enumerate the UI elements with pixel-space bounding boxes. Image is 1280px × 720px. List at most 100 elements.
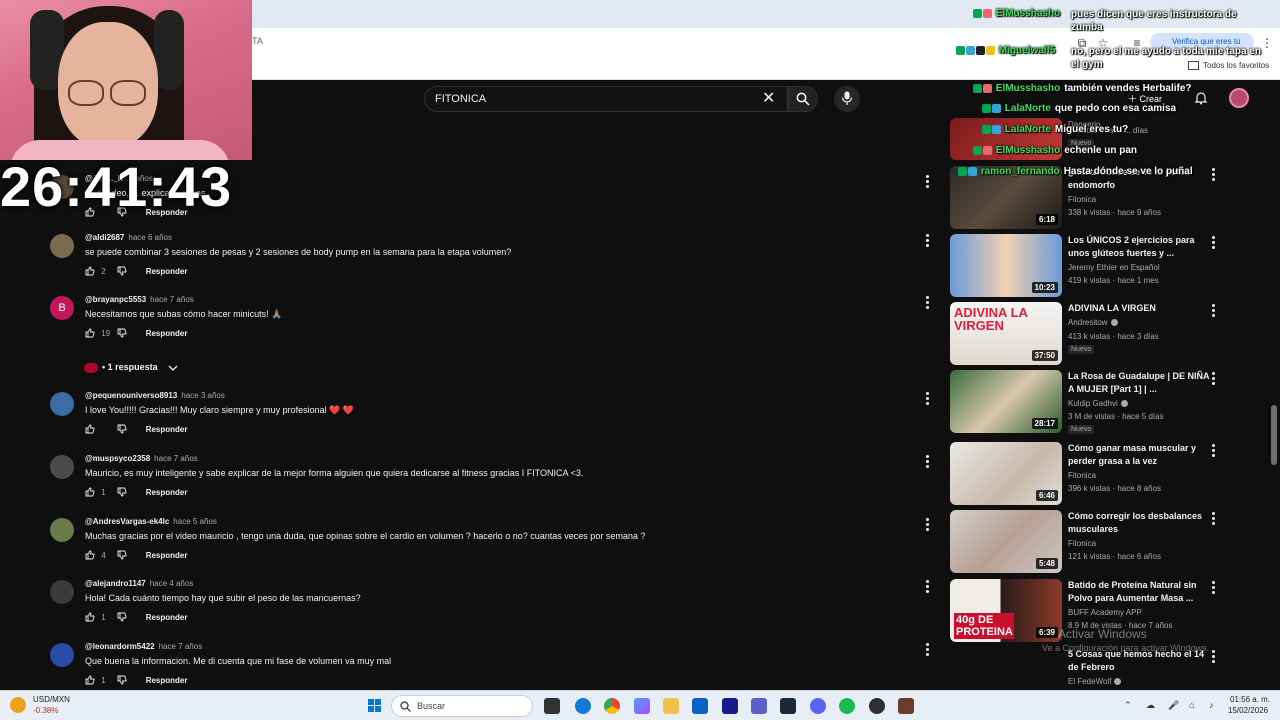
commenter-avatar[interactable]: B: [50, 296, 74, 320]
commenter-avatar[interactable]: [50, 518, 74, 542]
video-menu-icon[interactable]: [1212, 372, 1216, 387]
comment-menu-icon[interactable]: [926, 175, 930, 190]
comment-menu-icon[interactable]: [926, 234, 930, 249]
comment-time[interactable]: hace 4 años: [150, 579, 194, 588]
video-channel[interactable]: Kuldip Gadhvi: [1068, 399, 1128, 408]
task-view-icon[interactable]: [544, 698, 560, 714]
related-video[interactable]: 10:23 Los ÚNICOS 2 ejercicios para unos …: [950, 234, 1240, 298]
commenter-avatar[interactable]: [50, 392, 74, 416]
like-icon[interactable]: [85, 550, 95, 560]
video-channel[interactable]: El FedeWolf: [1068, 677, 1122, 686]
related-video[interactable]: 5 Cosas que hemos hecho el 14 de Febrero…: [950, 648, 1240, 688]
video-menu-icon[interactable]: [1212, 304, 1216, 319]
ticker-name[interactable]: USD/MXN: [33, 695, 70, 704]
dislike-icon[interactable]: [117, 424, 127, 434]
video-thumbnail[interactable]: 6:46: [950, 442, 1062, 505]
clear-search-icon[interactable]: ✕: [762, 91, 775, 107]
reply-button[interactable]: Responder: [146, 488, 188, 497]
comment-time[interactable]: hace 5 años: [173, 517, 217, 526]
comment-menu-icon[interactable]: [926, 296, 930, 311]
reply-button[interactable]: Responder: [146, 613, 188, 622]
like-icon[interactable]: [85, 675, 95, 685]
start-button[interactable]: [368, 699, 382, 713]
video-thumbnail[interactable]: 40g DE PROTEINA 6:39: [950, 579, 1062, 642]
chrome-icon[interactable]: [604, 698, 620, 714]
comment-author[interactable]: @pequenouniverso8913: [85, 391, 177, 400]
comment-time[interactable]: hace 6 años: [128, 233, 172, 242]
search-button[interactable]: [788, 86, 818, 112]
comment-author[interactable]: @muspsyco2358: [85, 454, 150, 463]
commenter-avatar[interactable]: [50, 234, 74, 258]
dislike-icon[interactable]: [117, 487, 127, 497]
video-title[interactable]: La Rosa de Guadalupe | DE NIÑA A MUJER […: [1068, 370, 1212, 396]
like-icon[interactable]: [85, 266, 95, 276]
reply-button[interactable]: Responder: [146, 676, 188, 685]
video-menu-icon[interactable]: [1212, 512, 1216, 527]
video-menu-icon[interactable]: [1212, 650, 1216, 665]
comment-menu-icon[interactable]: [926, 392, 930, 407]
dislike-icon[interactable]: [117, 675, 127, 685]
search-input[interactable]: FITONICA: [424, 86, 788, 112]
comment-author[interactable]: @AndresVargas-ek4lc: [85, 517, 169, 526]
video-channel[interactable]: Andresitow: [1068, 318, 1118, 327]
commenter-avatar[interactable]: [50, 455, 74, 479]
copilot-icon[interactable]: [634, 698, 650, 714]
comment-menu-icon[interactable]: [926, 455, 930, 470]
video-thumbnail[interactable]: 10:23: [950, 234, 1062, 297]
comment-menu-icon[interactable]: [926, 580, 930, 595]
video-title[interactable]: Los ÚNICOS 2 ejercicios para unos glúteo…: [1068, 234, 1212, 260]
dislike-icon[interactable]: [117, 328, 127, 338]
microphone-icon[interactable]: 🎤: [1168, 700, 1179, 711]
replies-toggle[interactable]: • 1 respuesta: [84, 362, 178, 373]
reply-button[interactable]: Responder: [146, 425, 188, 434]
store-icon[interactable]: [722, 698, 738, 714]
comment-time[interactable]: hace 7 años: [159, 642, 203, 651]
comment-author[interactable]: @brayanpc5553: [85, 295, 146, 304]
comment-time[interactable]: hace 7 años: [154, 454, 198, 463]
commenter-avatar[interactable]: [50, 580, 74, 604]
like-icon[interactable]: [85, 328, 95, 338]
related-video[interactable]: 28:17 La Rosa de Guadalupe | DE NIÑA A M…: [950, 370, 1240, 434]
reply-button[interactable]: Responder: [146, 267, 188, 276]
tray-overflow-icon[interactable]: ⌃: [1124, 700, 1132, 711]
taskbar-search[interactable]: Buscar: [391, 695, 533, 717]
video-menu-icon[interactable]: [1212, 168, 1216, 183]
dislike-icon[interactable]: [117, 612, 127, 622]
network-icon[interactable]: ⌂: [1189, 700, 1194, 710]
dislike-icon[interactable]: [117, 550, 127, 560]
volume-icon[interactable]: ♪: [1209, 700, 1214, 710]
reply-button[interactable]: Responder: [146, 329, 188, 338]
comment-menu-icon[interactable]: [926, 518, 930, 533]
comment-author[interactable]: @aldi2687: [85, 233, 124, 242]
comment-author[interactable]: @leonardorm5422: [85, 642, 155, 651]
video-title[interactable]: Cómo ganar masa muscular y perder grasa …: [1068, 442, 1212, 468]
like-icon[interactable]: [85, 424, 95, 434]
video-title[interactable]: Batido de Proteína Natural sin Polvo par…: [1068, 579, 1212, 605]
video-thumbnail[interactable]: 28:17: [950, 370, 1062, 433]
dislike-icon[interactable]: [117, 266, 127, 276]
video-menu-icon[interactable]: [1212, 236, 1216, 251]
file-explorer-icon[interactable]: [663, 698, 679, 714]
video-title[interactable]: ADIVINA LA VIRGEN: [1068, 302, 1212, 315]
related-video[interactable]: ADIVINA LA VIRGEN 37:50 ADIVINA LA VIRGE…: [950, 302, 1240, 366]
widgets-icon[interactable]: [10, 697, 26, 713]
comment-author[interactable]: @alejandro1147: [85, 579, 146, 588]
comment-time[interactable]: hace 3 años: [181, 391, 225, 400]
video-menu-icon[interactable]: [1212, 444, 1216, 459]
reply-button[interactable]: Responder: [146, 551, 188, 560]
related-video[interactable]: 6:46 Cómo ganar masa muscular y perder g…: [950, 442, 1240, 506]
active-app-icon[interactable]: [898, 698, 914, 714]
clock-time[interactable]: 01:56 a. m.: [1230, 695, 1270, 704]
video-channel[interactable]: BUFF Academy APP: [1068, 608, 1142, 617]
commenter-avatar[interactable]: [50, 643, 74, 667]
steam-icon[interactable]: [780, 698, 796, 714]
page-scrollbar[interactable]: [1270, 86, 1278, 690]
outlook-icon[interactable]: [692, 698, 708, 714]
video-channel[interactable]: Fitonica: [1068, 195, 1096, 204]
account-avatar[interactable]: [1229, 88, 1249, 108]
video-thumbnail[interactable]: 5:48: [950, 510, 1062, 573]
like-icon[interactable]: [85, 612, 95, 622]
voice-search-button[interactable]: [834, 86, 860, 112]
video-channel[interactable]: Fitonica: [1068, 471, 1096, 480]
video-channel[interactable]: Fitonica: [1068, 539, 1096, 548]
